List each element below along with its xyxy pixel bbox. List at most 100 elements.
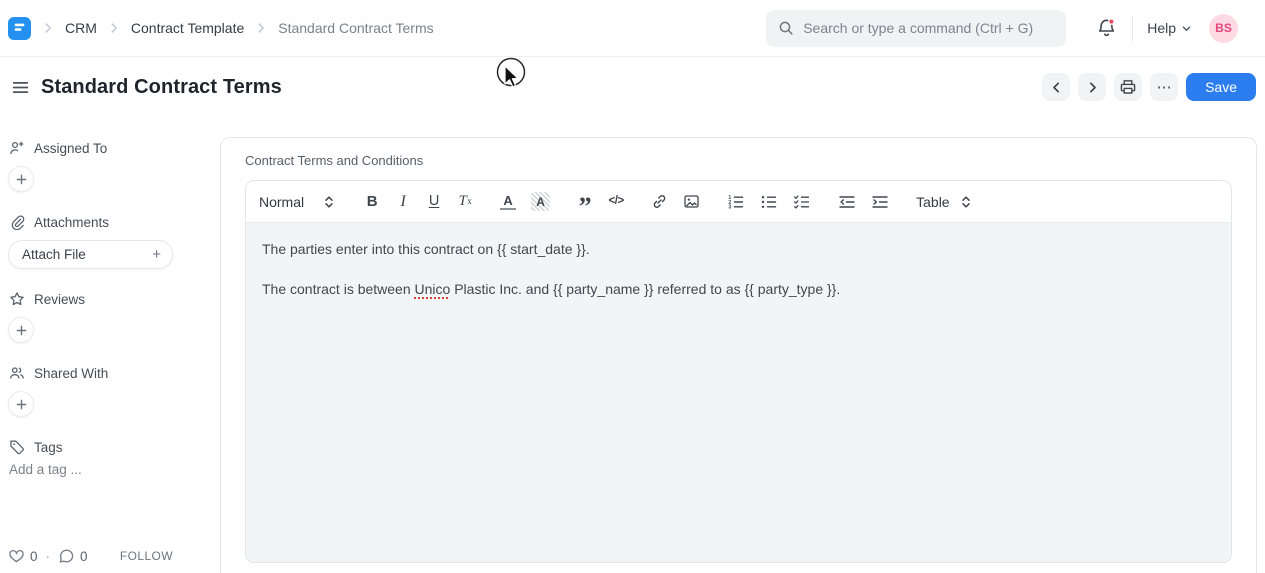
- topbar-right: Help BS: [766, 10, 1238, 47]
- notifications-button[interactable]: [1095, 17, 1118, 40]
- app-logo[interactable]: [8, 17, 31, 40]
- attachments-header: Attachments: [8, 214, 212, 230]
- tags-header: Tags: [8, 439, 212, 455]
- reviews-section: Reviews: [8, 291, 212, 343]
- image-button[interactable]: [683, 189, 700, 215]
- tag-icon: [9, 439, 25, 455]
- dot-separator: ·: [46, 549, 51, 564]
- paragraph-style-dropdown[interactable]: Normal: [259, 189, 304, 215]
- save-button[interactable]: Save: [1186, 73, 1256, 101]
- content-area: Assigned To Attachments Attach File +: [0, 117, 1265, 573]
- paragraph: The contract is between Unico Plastic In…: [262, 277, 1215, 301]
- comments-button[interactable]: [58, 548, 75, 564]
- table-group: Table: [916, 189, 973, 215]
- attach-file-button[interactable]: Attach File +: [8, 240, 173, 269]
- outdent-button[interactable]: [838, 189, 856, 215]
- users-icon: [9, 365, 25, 381]
- add-review-button[interactable]: [8, 317, 34, 343]
- chevron-right-icon: [254, 21, 268, 35]
- next-record-button[interactable]: [1078, 73, 1106, 101]
- bullet-list-icon: [760, 194, 778, 210]
- breadcrumb-item-crm[interactable]: CRM: [65, 20, 97, 36]
- shared-with-label: Shared With: [34, 366, 108, 381]
- page-header-left: Standard Contract Terms: [8, 75, 282, 99]
- list-group: 123: [727, 189, 838, 215]
- breadcrumb-item-current: Standard Contract Terms: [278, 20, 433, 36]
- text-color-button[interactable]: A: [500, 194, 516, 210]
- numbered-list-icon: 123: [727, 194, 745, 210]
- previous-record-button[interactable]: [1042, 73, 1070, 101]
- more-options-button[interactable]: ⋯: [1150, 73, 1178, 101]
- highlight-button[interactable]: A: [531, 192, 550, 211]
- image-icon: [683, 193, 700, 210]
- insert-group: [651, 189, 727, 215]
- attachments-section: Attachments Attach File +: [8, 214, 212, 269]
- menu-icon: [11, 78, 30, 97]
- editor-content[interactable]: The parties enter into this contract on …: [246, 223, 1231, 562]
- breadcrumb-item-contract-template[interactable]: Contract Template: [131, 20, 244, 36]
- reviews-label: Reviews: [34, 292, 85, 307]
- chevron-up-down-icon[interactable]: [958, 189, 974, 215]
- clear-format-button[interactable]: Tx: [457, 189, 473, 215]
- bold-button[interactable]: B: [364, 189, 380, 215]
- add-assignee-button[interactable]: [8, 166, 34, 192]
- paragraph: The parties enter into this contract on …: [262, 237, 1215, 261]
- avatar-initials: BS: [1215, 21, 1232, 35]
- blockquote-button[interactable]: ”: [577, 194, 593, 220]
- assigned-to-header: Assigned To: [8, 140, 212, 156]
- chevron-left-icon: [1049, 80, 1064, 95]
- table-dropdown[interactable]: Table: [916, 189, 949, 215]
- chevron-up-down-icon[interactable]: [321, 189, 337, 215]
- chain-link-icon: [651, 193, 668, 210]
- plus-icon: [15, 324, 28, 337]
- printer-icon: [1119, 78, 1137, 96]
- top-navbar: CRM Contract Template Standard Contract …: [0, 0, 1265, 57]
- breadcrumb: CRM Contract Template Standard Contract …: [8, 17, 434, 40]
- attachments-label: Attachments: [34, 215, 109, 230]
- rich-text-editor: Normal B I U Tx A A: [245, 180, 1232, 563]
- help-menu[interactable]: Help: [1147, 20, 1192, 36]
- print-button[interactable]: [1114, 73, 1142, 101]
- bell-icon: [1095, 17, 1118, 40]
- code-button[interactable]: </>: [608, 189, 624, 215]
- user-avatar[interactable]: BS: [1209, 14, 1238, 43]
- plus-icon: [15, 173, 28, 186]
- paragraph-style-group: Normal: [259, 189, 364, 215]
- assigned-to-section: Assigned To: [8, 140, 212, 192]
- comments-count: 0: [80, 549, 88, 564]
- like-button[interactable]: [8, 548, 25, 564]
- link-button[interactable]: [651, 189, 668, 215]
- paperclip-icon: [9, 214, 25, 230]
- reviews-header: Reviews: [8, 291, 212, 307]
- comment-bubble-icon: [58, 548, 75, 564]
- tags-label: Tags: [34, 440, 63, 455]
- sidebar-footer: 0 · 0 FOLLOW: [8, 548, 212, 564]
- likes-count: 0: [30, 549, 38, 564]
- star-icon: [9, 291, 25, 307]
- bullet-list-button[interactable]: [760, 189, 778, 215]
- italic-button[interactable]: I: [395, 189, 411, 215]
- text-format-group: B I U Tx: [364, 189, 500, 215]
- indent-decrease-icon: [838, 194, 856, 210]
- follow-button[interactable]: FOLLOW: [120, 549, 173, 563]
- global-search[interactable]: [766, 10, 1066, 47]
- plus-icon: +: [152, 246, 161, 263]
- indent-button[interactable]: [871, 189, 889, 215]
- sidebar-toggle-button[interactable]: [8, 75, 32, 99]
- add-share-button[interactable]: [8, 391, 34, 417]
- add-tag-button[interactable]: Add a tag ...: [8, 462, 212, 477]
- document-card: Contract Terms and Conditions Normal B I…: [220, 137, 1257, 573]
- chevron-down-icon: [1181, 23, 1192, 34]
- topbar-divider: [1132, 15, 1133, 42]
- ordered-list-button[interactable]: 123: [727, 189, 745, 215]
- notification-dot: [1109, 18, 1114, 23]
- user-plus-icon: [9, 140, 25, 156]
- task-list-button[interactable]: [793, 189, 811, 215]
- plus-icon: [15, 398, 28, 411]
- search-input[interactable]: [803, 20, 1054, 36]
- underline-button[interactable]: U: [426, 189, 442, 215]
- left-sidebar: Assigned To Attachments Attach File +: [0, 117, 220, 573]
- field-label: Contract Terms and Conditions: [245, 153, 1232, 168]
- indent-group: [838, 189, 916, 215]
- editor-toolbar: Normal B I U Tx A A: [246, 181, 1231, 223]
